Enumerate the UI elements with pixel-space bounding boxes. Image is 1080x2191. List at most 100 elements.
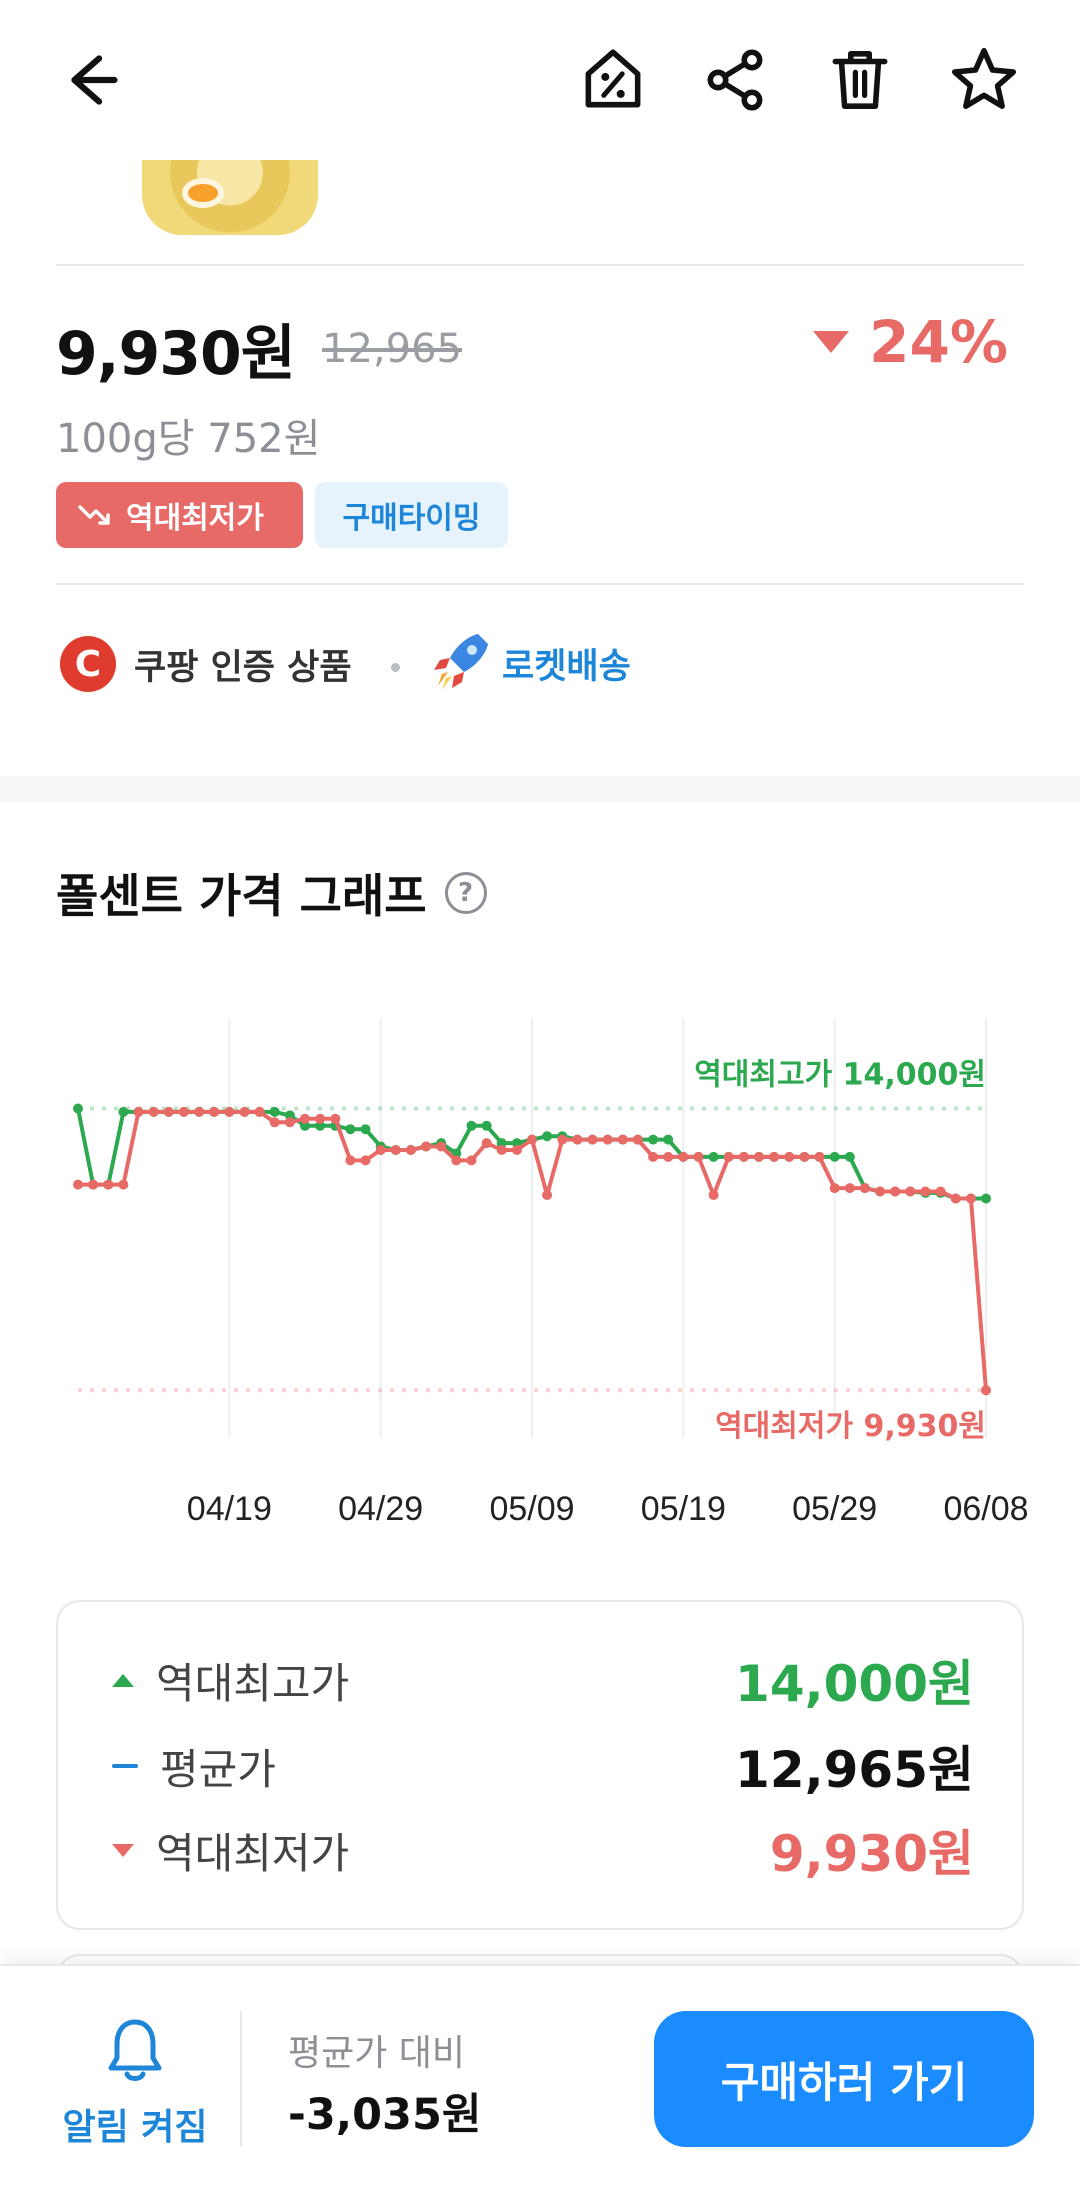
data-point [844,1183,855,1194]
trash-icon [832,51,888,109]
timing-badge-label: 구매타이밍 [342,501,481,536]
data-point [194,1106,205,1117]
dash-icon [112,1764,138,1768]
data-point [754,1151,764,1162]
data-point [632,1134,643,1145]
data-point [905,1186,916,1197]
data-point [965,1193,976,1204]
data-point [648,1134,659,1145]
compare-label: 평균가 대비 [288,2033,466,2074]
data-point [799,1151,810,1162]
data-point [163,1106,174,1117]
delete-button[interactable] [820,40,900,120]
x-tick-label: 04/29 [338,1490,423,1528]
stat-avg-value: 12,965원 [735,1741,974,1799]
stat-low-value: 9,930원 [769,1825,974,1883]
top-toolbar [0,0,1080,160]
max-price-label: 역대최고가 14,000원 [694,1057,986,1092]
min-price-label: 역대최저가 9,930원 [715,1409,986,1444]
data-point [360,1155,371,1166]
price-stats-card: 역대최고가 14,000원 평균가 12,965원 역대최저가 9,930원 [56,1600,1024,1930]
data-point [648,1151,659,1162]
x-tick-label: 04/19 [187,1490,272,1528]
data-point [284,1117,295,1128]
stat-high-row: 역대최고가 14,000원 [112,1644,974,1716]
up-triangle-icon [112,1673,134,1687]
data-point [224,1106,235,1117]
data-point [769,1151,780,1162]
data-point [557,1134,568,1145]
data-point [178,1106,189,1117]
alert-toggle[interactable]: 알림 켜짐 [50,2016,220,2150]
data-point [950,1193,961,1204]
data-point [981,1193,991,1204]
data-point [708,1190,719,1200]
data-point [466,1120,477,1131]
share-button[interactable] [695,40,775,120]
data-point [209,1106,220,1117]
data-point [920,1186,931,1197]
rocket-delivery: 로켓배송 [428,628,631,698]
graph-title-text: 폴센트 가격 그래프 [56,869,427,923]
divider [56,264,1024,266]
data-point [859,1183,870,1194]
stat-low-row: 역대최저가 9,930원 [112,1814,974,1886]
data-point [330,1113,341,1124]
buy-button[interactable]: 구매하러 가기 [654,2011,1034,2147]
down-triangle-icon [813,331,850,353]
data-point [436,1141,447,1152]
back-button[interactable] [56,40,136,120]
data-point [405,1145,416,1155]
data-point [829,1151,840,1162]
data-point [239,1106,250,1117]
data-point [451,1155,462,1166]
data-point [300,1113,310,1124]
data-point [602,1134,613,1145]
data-point [814,1151,825,1162]
data-point [315,1113,326,1124]
discount-button[interactable] [573,40,653,120]
data-point [738,1151,749,1162]
data-point [693,1151,704,1162]
stat-avg-label: 평균가 [160,1744,276,1794]
alert-label: 알림 켜짐 [62,2107,208,2148]
graph-title: 폴센트 가격 그래프 ? [56,860,487,926]
data-point [844,1151,855,1162]
data-point [784,1151,795,1162]
coupang-logo-icon: C [60,636,116,692]
data-point [375,1145,386,1155]
price-chart: 04/19 04/29 05/09 05/19 05/29 06/08 역대최고가 14,0… [73,1018,1029,1528]
data-point [723,1151,734,1162]
x-tick-label: 05/09 [489,1490,574,1528]
compare-value: -3,035원 [288,2090,482,2140]
data-point [254,1106,265,1117]
stat-high-label: 역대최고가 [156,1658,350,1708]
help-icon[interactable]: ? [444,872,487,914]
bell-icon [108,2019,162,2081]
unit-price: 100g당 752원 [56,416,321,462]
data-point [269,1106,280,1117]
original-price: 12,965 [322,326,462,372]
data-point [708,1151,719,1162]
data-point [390,1145,401,1155]
data-point [88,1179,99,1190]
data-point [527,1134,537,1145]
bottom-action-bar: 알림 켜짐 평균가 대비 -3,035원 구매하러 가기 [0,1964,1080,2191]
section-separator [0,776,1080,802]
data-point [345,1124,356,1135]
favorite-button[interactable] [944,40,1024,120]
data-point [829,1183,840,1194]
data-point [663,1151,674,1162]
buy-timing-badge[interactable]: 구매타이밍 [315,482,508,548]
data-point [890,1186,901,1197]
data-point [542,1131,553,1142]
stat-low-label: 역대최저가 [156,1828,350,1878]
divider [56,583,1024,585]
data-point [542,1190,553,1200]
x-tick-label: 06/08 [943,1490,1028,1528]
x-tick-label: 05/19 [641,1490,726,1528]
discount-percent: 24% [869,308,1008,376]
data-point [360,1124,371,1135]
lowest-price-badge: 역대최저가 [56,482,303,548]
data-point [981,1385,991,1396]
